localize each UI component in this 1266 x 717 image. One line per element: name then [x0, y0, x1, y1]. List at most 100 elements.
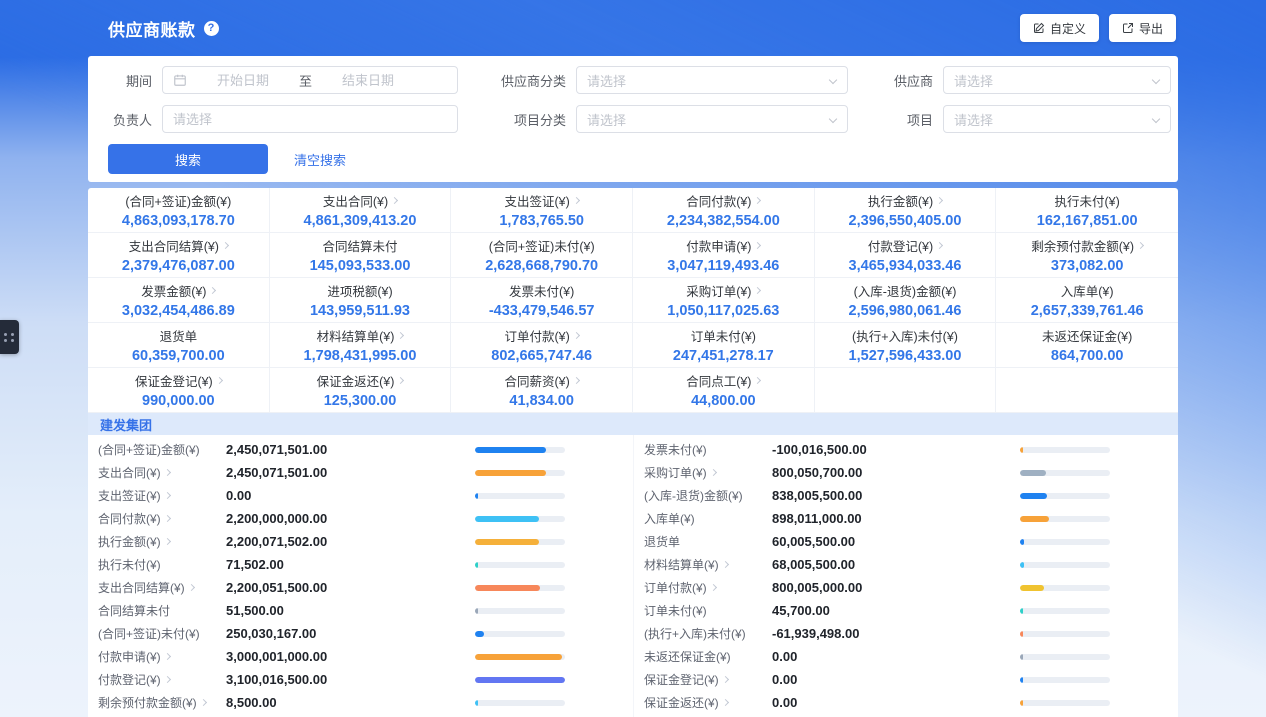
- stat-value: 864,700.00: [1051, 348, 1124, 364]
- metric-label[interactable]: 订单付款(¥): [644, 579, 772, 596]
- stat-cell: 执行未付(¥) 162,167,851.00: [996, 188, 1178, 233]
- edit-icon: [1033, 22, 1045, 34]
- metric-label[interactable]: 付款申请(¥): [98, 648, 226, 665]
- stat-value: 3,032,454,486.89: [122, 303, 235, 319]
- metric-label[interactable]: 材料结算单(¥): [644, 556, 772, 573]
- metric-value: 3,100,016,500.00: [226, 672, 327, 687]
- metric-label[interactable]: 合同付款(¥): [98, 510, 226, 527]
- date-range-picker[interactable]: 至: [162, 66, 458, 94]
- search-button[interactable]: 搜索: [108, 144, 268, 174]
- stat-cell[interactable]: 合同薪资(¥) 41,834.00: [451, 368, 633, 413]
- stat-cell: 发票未付(¥) -433,479,546.57: [451, 278, 633, 323]
- metric-label[interactable]: 保证金返还(¥): [644, 694, 772, 711]
- metric-label[interactable]: 支出合同结算(¥): [98, 579, 226, 596]
- customize-button[interactable]: 自定义: [1020, 14, 1099, 42]
- metric-label: (合同+签证)金额(¥): [98, 441, 226, 458]
- stat-label: 执行未付(¥): [1055, 191, 1120, 210]
- metric-progress-bar: [475, 608, 565, 614]
- supplier-accounts-page: 供应商账款 ? 自定义 导出: [0, 0, 1266, 717]
- stat-cell[interactable]: 付款登记(¥) 3,465,934,033.46: [815, 233, 997, 278]
- owner-label: 负责人: [108, 110, 152, 129]
- end-date-input[interactable]: [316, 73, 420, 88]
- stat-cell[interactable]: 保证金返还(¥) 125,300.00: [270, 368, 452, 413]
- group-body: (合同+签证)金额(¥) 2,450,071,501.00 支出合同(¥) 2,…: [88, 435, 1178, 717]
- group-metric-row: 付款申请(¥) 3,000,001,000.00: [88, 645, 633, 668]
- metric-value: 2,200,051,500.00: [226, 580, 327, 595]
- stat-value: -433,479,546.57: [489, 303, 595, 319]
- stat-label: 剩余预付款金额(¥): [1031, 236, 1143, 255]
- stat-cell[interactable]: 剩余预付款金额(¥) 373,082.00: [996, 233, 1178, 278]
- metric-progress-bar: [1020, 493, 1110, 499]
- export-icon: [1122, 22, 1134, 34]
- stat-label: (执行+入库)未付(¥): [852, 326, 958, 345]
- page-title: 供应商账款: [108, 16, 196, 41]
- metric-label[interactable]: 剩余预付款金额(¥): [98, 694, 226, 711]
- group-metric-row: 订单未付(¥) 45,700.00: [634, 599, 1178, 622]
- metric-label: 入库单(¥): [644, 510, 772, 527]
- chevron-right-icon: [722, 699, 729, 706]
- metric-progress-bar: [1020, 677, 1110, 683]
- stat-cell[interactable]: 支出合同结算(¥) 2,379,476,087.00: [88, 233, 270, 278]
- stat-cell[interactable]: 材料结算单(¥) 1,798,431,995.00: [270, 323, 452, 368]
- stat-cell[interactable]: 采购订单(¥) 1,050,117,025.63: [633, 278, 815, 323]
- stat-cell: 未返还保证金(¥) 864,700.00: [996, 323, 1178, 368]
- metric-value: 2,200,071,502.00: [226, 534, 327, 549]
- metric-label[interactable]: 付款登记(¥): [98, 671, 226, 688]
- help-icon[interactable]: ?: [204, 21, 219, 36]
- start-date-input[interactable]: [191, 73, 295, 88]
- stat-label: 支出签证(¥): [505, 191, 579, 210]
- supplier-select[interactable]: 请选择: [943, 66, 1171, 94]
- chevron-right-icon: [164, 469, 171, 476]
- main-panel: (合同+签证)金额(¥) 4,863,093,178.70 支出合同(¥) 4,…: [88, 188, 1178, 717]
- group-metric-row: 发票未付(¥) -100,016,500.00: [634, 438, 1178, 461]
- metric-label[interactable]: 支出合同(¥): [98, 464, 226, 481]
- stat-cell: (合同+签证)金额(¥) 4,863,093,178.70: [88, 188, 270, 233]
- group-metric-row: 合同结算未付 51,500.00: [88, 599, 633, 622]
- stat-value: 1,783,765.50: [499, 213, 584, 229]
- stat-cell[interactable]: 合同点工(¥) 44,800.00: [633, 368, 815, 413]
- chevron-down-icon: [829, 76, 837, 84]
- export-button[interactable]: 导出: [1109, 14, 1176, 42]
- stat-value: 162,167,851.00: [1037, 213, 1138, 229]
- stat-cell[interactable]: 支出合同(¥) 4,861,309,413.20: [270, 188, 452, 233]
- stat-cell[interactable]: 保证金登记(¥) 990,000.00: [88, 368, 270, 413]
- metric-value: 838,005,500.00: [772, 488, 862, 503]
- metric-label: 未返还保证金(¥): [644, 648, 772, 665]
- metric-label[interactable]: 支出签证(¥): [98, 487, 226, 504]
- supplier-category-select[interactable]: 请选择: [576, 66, 848, 94]
- stat-cell: (执行+入库)未付(¥) 1,527,596,433.00: [815, 323, 997, 368]
- owner-input[interactable]: [173, 112, 447, 127]
- metric-label[interactable]: 保证金登记(¥): [644, 671, 772, 688]
- metric-label: (执行+入库)未付(¥): [644, 625, 772, 642]
- group-name: 建发集团: [100, 415, 152, 434]
- project-category-select[interactable]: 请选择: [576, 105, 848, 133]
- metric-progress-bar: [1020, 447, 1110, 453]
- calendar-icon: [173, 73, 187, 87]
- filter-row-1: 期间 至 供应商分类 请选择 供应商 请选择: [108, 66, 1158, 94]
- stat-cell[interactable]: 支出签证(¥) 1,783,765.50: [451, 188, 633, 233]
- metric-value: 2,200,000,000.00: [226, 511, 327, 526]
- stat-cell[interactable]: 执行金额(¥) 2,396,550,405.00: [815, 188, 997, 233]
- chevron-down-icon: [829, 115, 837, 123]
- metric-label[interactable]: 执行金额(¥): [98, 533, 226, 550]
- group-metric-row: 保证金登记(¥) 0.00: [634, 668, 1178, 691]
- group-metric-row: 采购订单(¥) 800,050,700.00: [634, 461, 1178, 484]
- metric-label[interactable]: 采购订单(¥): [644, 464, 772, 481]
- owner-select[interactable]: [162, 105, 458, 133]
- stat-label: 执行金额(¥): [868, 191, 942, 210]
- metric-value: 898,011,000.00: [772, 511, 862, 526]
- group-metric-row: 执行金额(¥) 2,200,071,502.00: [88, 530, 633, 553]
- stat-cell[interactable]: 订单付款(¥) 802,665,747.46: [451, 323, 633, 368]
- drawer-handle-icon[interactable]: [0, 320, 19, 354]
- stat-value: 2,628,668,790.70: [485, 258, 598, 274]
- group-col-right: 发票未付(¥) -100,016,500.00 采购订单(¥) 800,050,…: [633, 435, 1178, 717]
- stat-cell[interactable]: 付款申请(¥) 3,047,119,493.46: [633, 233, 815, 278]
- group-metric-row: 合同付款(¥) 2,200,000,000.00: [88, 507, 633, 530]
- chevron-right-icon: [222, 242, 229, 249]
- metric-value: 71,502.00: [226, 557, 284, 572]
- clear-search-link[interactable]: 清空搜索: [294, 150, 346, 169]
- project-select[interactable]: 请选择: [943, 105, 1171, 133]
- stat-cell[interactable]: 发票金额(¥) 3,032,454,486.89: [88, 278, 270, 323]
- stat-label: 保证金返还(¥): [317, 371, 404, 390]
- stat-cell[interactable]: 合同付款(¥) 2,234,382,554.00: [633, 188, 815, 233]
